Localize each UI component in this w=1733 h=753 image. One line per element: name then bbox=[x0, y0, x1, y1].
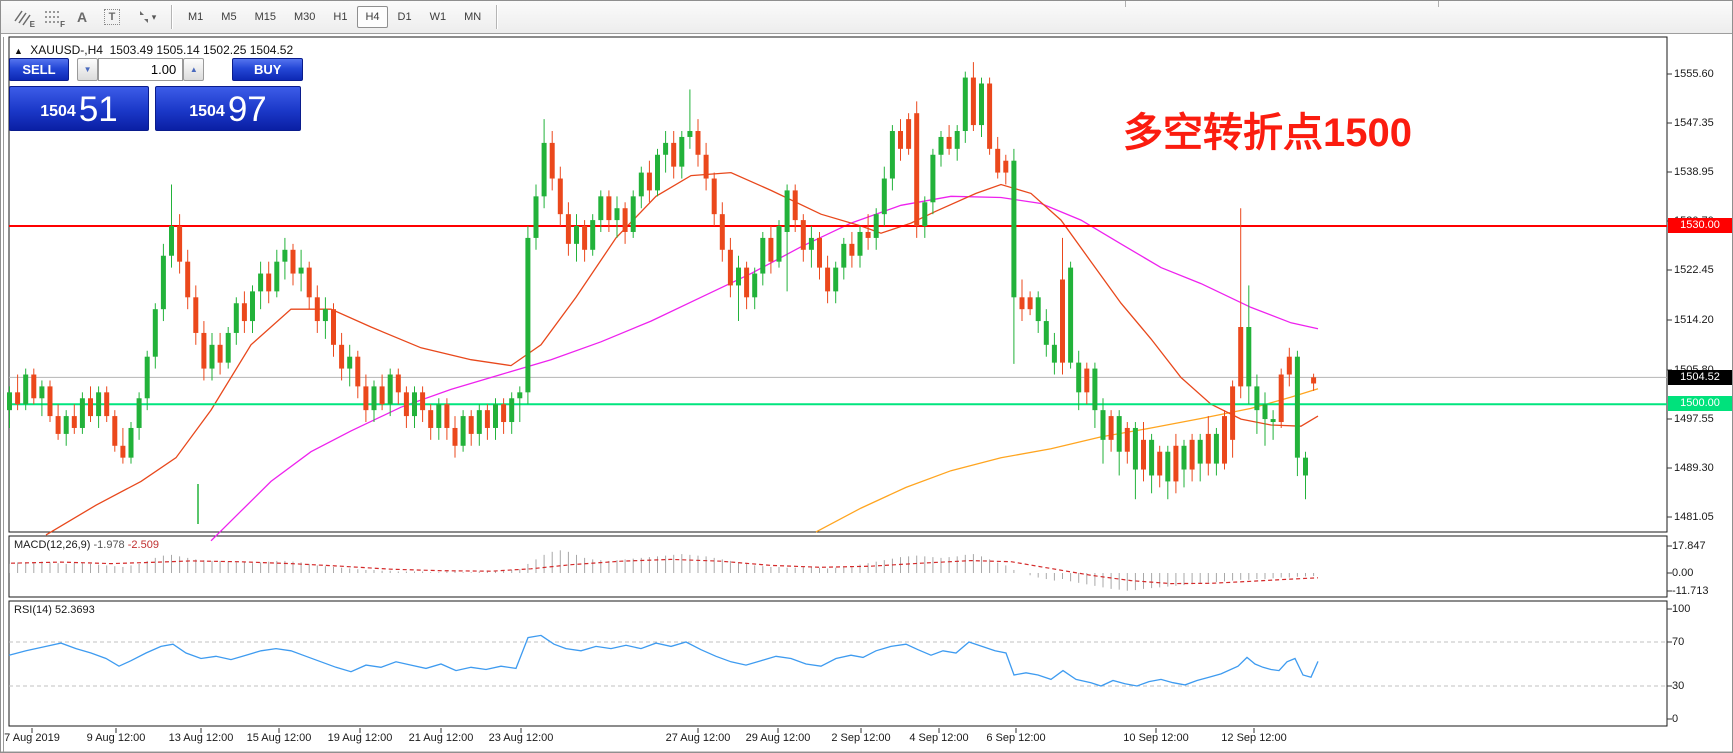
sell-button[interactable]: SELL bbox=[9, 58, 69, 81]
ohlc-values: 1503.49 1505.14 1502.25 1504.52 bbox=[109, 43, 294, 57]
volume-input[interactable] bbox=[98, 58, 184, 81]
chart-annotation-text: 多空转折点1500 bbox=[1123, 111, 1412, 155]
volume-decrease-button[interactable]: ▼ bbox=[76, 58, 99, 81]
price-tag: 1500.00 bbox=[1668, 396, 1732, 411]
buy-price-pips: 97 bbox=[227, 90, 267, 129]
price-tag: 1504.52 bbox=[1668, 370, 1732, 385]
mt4-window: E F A T ▾ M1 M5 M15 M30 H1 H4 D1 W1 MN ▲… bbox=[0, 0, 1733, 753]
sell-price-button[interactable]: 1504 51 bbox=[9, 86, 149, 131]
price-tag: 1530.00 bbox=[1668, 218, 1732, 233]
symbol-name: XAUUSD-,H4 bbox=[30, 43, 103, 57]
rsi-label: RSI(14) 52.3693 bbox=[14, 604, 95, 616]
buy-button[interactable]: BUY bbox=[232, 58, 303, 81]
buy-price-button[interactable]: 1504 97 bbox=[155, 86, 301, 131]
one-click-trading-panel: SELL ▼ ▲ BUY 1504 51 1504 97 bbox=[9, 58, 303, 131]
macd-signal-value: -2.509 bbox=[127, 539, 159, 551]
buy-price-main: 1504 bbox=[189, 103, 225, 120]
volume-increase-button[interactable]: ▲ bbox=[183, 58, 205, 81]
symbol-header: ▲ XAUUSD-,H4 1503.49 1505.14 1502.25 150… bbox=[14, 43, 293, 57]
sell-price-pips: 51 bbox=[78, 90, 118, 129]
macd-label: MACD(12,26,9) -1.978 -2.509 bbox=[14, 539, 159, 551]
symbol-marker-icon: ▲ bbox=[14, 46, 23, 56]
rsi-value: 52.3693 bbox=[54, 604, 95, 616]
macd-main-value: -1.978 bbox=[93, 539, 125, 551]
sell-price-main: 1504 bbox=[40, 103, 76, 120]
